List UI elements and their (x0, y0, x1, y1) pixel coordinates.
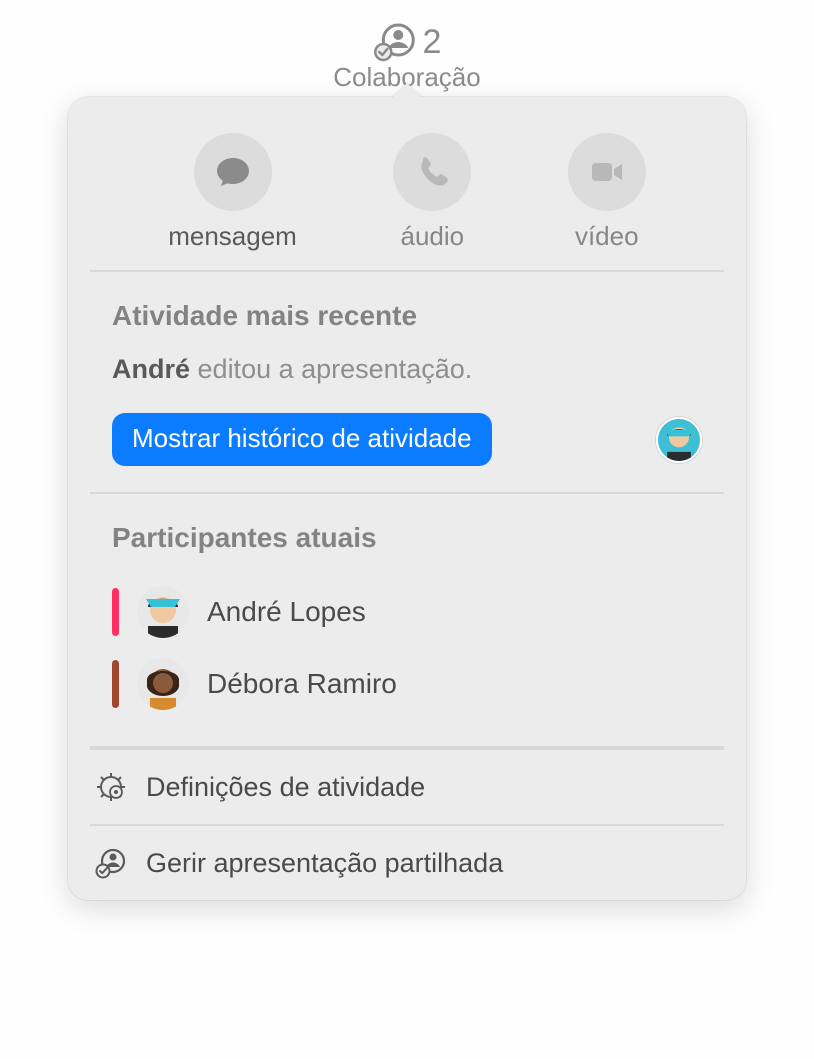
audio-label: áudio (400, 221, 464, 252)
recent-activity-section: Atividade mais recente André editou a ap… (90, 272, 724, 494)
communication-row: mensagem áudio vídeo (90, 97, 724, 272)
collaboration-count: 2 (423, 23, 442, 62)
video-icon (587, 152, 627, 192)
gear-badge-icon (94, 770, 128, 804)
participant-color-bar (112, 588, 119, 636)
participants-title: Participantes atuais (112, 522, 702, 554)
video-label: vídeo (575, 221, 639, 252)
phone-icon (412, 152, 452, 192)
manage-shared-label: Gerir apresentação partilhada (146, 848, 503, 879)
show-activity-history-button[interactable]: Mostrar histórico de atividade (112, 413, 492, 466)
participant-row[interactable]: André Lopes (112, 576, 702, 648)
memoji-icon (137, 658, 189, 710)
activity-settings-label: Definições de atividade (146, 772, 425, 803)
menu-list: Definições de atividade Gerir apresentaç… (68, 748, 746, 900)
person-check-icon (94, 846, 128, 880)
participant-name: Débora Ramiro (207, 668, 397, 700)
memoji-icon (137, 586, 189, 638)
participant-avatar (137, 586, 189, 638)
participant-avatar (137, 658, 189, 710)
participant-name: André Lopes (207, 596, 366, 628)
memoji-icon (658, 419, 700, 461)
activity-settings-item[interactable]: Definições de atividade (90, 748, 724, 824)
participant-row[interactable]: Débora Ramiro (112, 648, 702, 720)
message-label: mensagem (168, 221, 297, 252)
activity-action: editou a apresentação. (198, 354, 473, 384)
participant-color-bar (112, 660, 119, 708)
message-icon (213, 152, 253, 192)
activity-avatar (656, 417, 702, 463)
activity-line: André editou a apresentação. (112, 354, 702, 385)
participants-section: Participantes atuais André Lopes (90, 494, 724, 748)
collaboration-popover: mensagem áudio vídeo Atividade mais rece… (68, 97, 746, 900)
manage-shared-item[interactable]: Gerir apresentação partilhada (90, 824, 724, 900)
video-button[interactable]: vídeo (568, 133, 646, 252)
audio-button[interactable]: áudio (393, 133, 471, 252)
message-button[interactable]: mensagem (168, 133, 297, 252)
recent-activity-title: Atividade mais recente (112, 300, 702, 332)
activity-actor: André (112, 354, 190, 384)
collaboration-icon (373, 20, 417, 64)
